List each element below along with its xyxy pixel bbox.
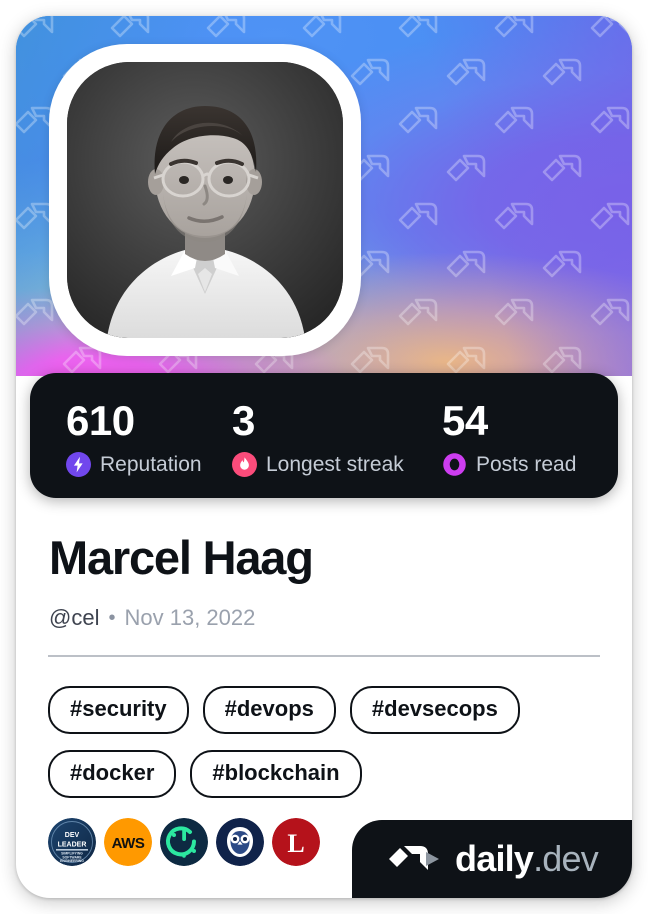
divider [48, 655, 600, 657]
brand-name-gray: .dev [533, 838, 599, 879]
svg-text:AWS: AWS [112, 835, 145, 852]
stat-row: Longest streak [232, 452, 404, 477]
dev-leader-badge-icon[interactable]: DEV LEADER SIMPLIFYING SOFTWARE ENGINEER… [48, 818, 96, 866]
tag-item[interactable]: #security [48, 686, 189, 734]
owl-badge-icon[interactable] [216, 818, 264, 866]
avatar [67, 62, 343, 338]
tag-list: #security #devops #devsecops #docker #bl… [48, 686, 604, 798]
tag-item[interactable]: #devops [202, 686, 336, 734]
letter-l-badge-icon[interactable]: L [272, 818, 320, 866]
tag-item[interactable]: #blockchain [190, 750, 362, 798]
devcard: 610 Reputation 3 Longest streak 54 Posts… [16, 16, 632, 898]
daily-dev-brand-panel: daily.dev [352, 820, 632, 898]
stat-label: Posts read [476, 452, 577, 476]
profile-joined-date: Nov 13, 2022 [124, 605, 256, 630]
brand-name-white: daily [455, 838, 534, 879]
profile-name: Marcel Haag [49, 531, 314, 584]
svg-text:ENGINEERING: ENGINEERING [60, 859, 84, 863]
cover-banner [16, 16, 632, 376]
stat-row: Posts read [442, 452, 576, 477]
profile-meta: @cel • Nov 13, 2022 [49, 605, 255, 631]
avatar-frame [49, 44, 361, 356]
svg-text:LEADER: LEADER [58, 842, 87, 849]
stat-value: 610 [66, 397, 135, 444]
daily-dev-logo-mark-icon [389, 846, 440, 870]
svg-text:DEV: DEV [65, 832, 80, 839]
svg-text:L: L [287, 829, 304, 858]
stat-value: 54 [442, 397, 488, 444]
stat-row: Reputation [66, 452, 202, 477]
flame-icon [232, 452, 257, 477]
stat-value: 3 [232, 397, 255, 444]
daily-dev-wordmark: daily.dev [455, 838, 599, 879]
profile-handle: @cel [49, 605, 100, 630]
stat-label: Reputation [100, 452, 202, 476]
lightning-bolt-icon [66, 452, 91, 477]
tag-item[interactable]: #docker [48, 750, 177, 798]
stats-bar: 610 Reputation 3 Longest streak 54 Posts… [30, 373, 618, 498]
stat-label: Longest streak [266, 452, 404, 476]
cloud-native-badge-icon[interactable] [160, 818, 208, 866]
meta-separator: • [108, 607, 116, 629]
tag-item[interactable]: #devsecops [349, 686, 520, 734]
badge-list: DEV LEADER SIMPLIFYING SOFTWARE ENGINEER… [48, 818, 320, 866]
eye-ring-icon [443, 453, 466, 476]
aws-badge-icon[interactable]: AWS [104, 818, 152, 866]
